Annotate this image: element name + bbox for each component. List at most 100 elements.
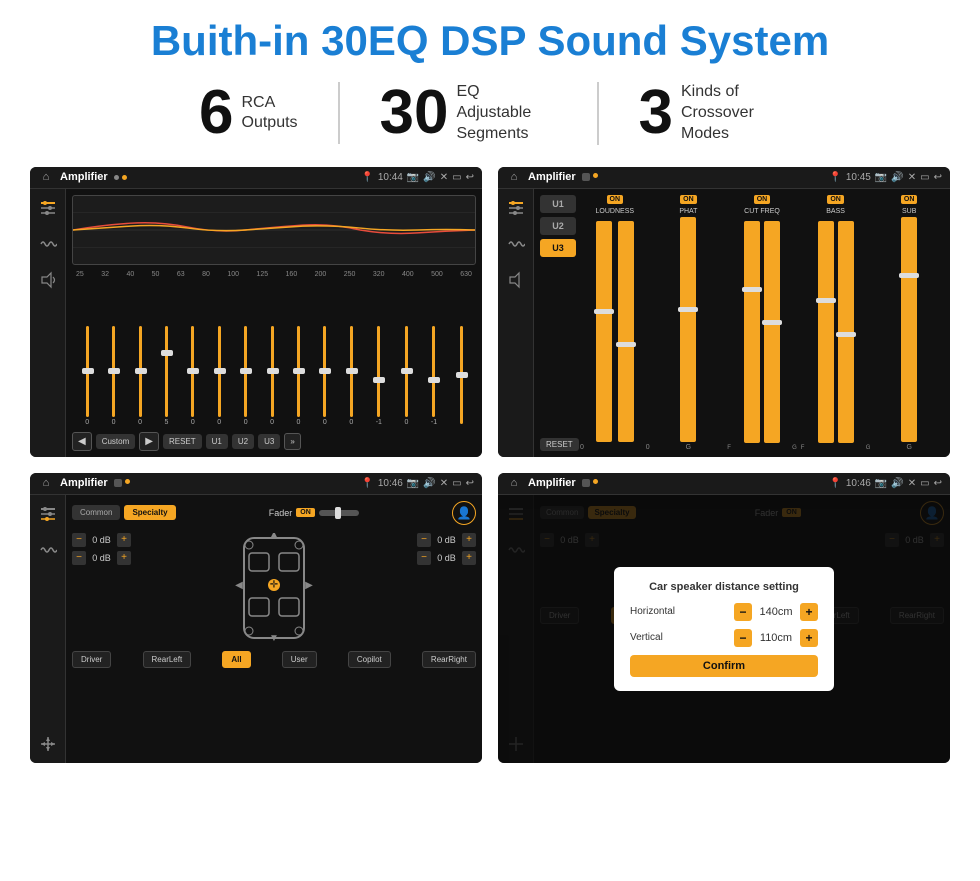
eq-slider-13[interactable]: 0 [404, 326, 408, 426]
eq-screen-card: ⌂ Amplifier 📍 10:44 📷 🔊 ✕ ▭ ↩ [30, 167, 482, 457]
fader-db4-plus[interactable]: + [462, 551, 476, 565]
eq-slider-5[interactable]: 0 [191, 326, 195, 426]
cr-sub-channel: ON SUB G [874, 195, 944, 451]
fader-db4-minus[interactable]: − [417, 551, 431, 565]
eq-u1-button[interactable]: U1 [206, 434, 228, 449]
dialog-horizontal-row: Horizontal − 140cm + [630, 603, 818, 621]
cr-loudness-label: LOUDNESS [596, 208, 635, 215]
fader-user-icon[interactable]: 👤 [452, 501, 476, 525]
eq-u2-button[interactable]: U2 [232, 434, 254, 449]
eq-slider-2[interactable]: 0 [112, 326, 116, 426]
eq-band-labels: 253240 506380 100125160 200250320 400500… [72, 271, 476, 278]
fader-wave-icon[interactable] [37, 539, 59, 561]
cr-vol-side-icon[interactable] [505, 269, 527, 291]
fader-db3-minus[interactable]: − [417, 533, 431, 547]
fader-driver-button[interactable]: Driver [72, 651, 111, 668]
eq-time: 10:44 [378, 172, 403, 183]
eq-expand-button[interactable]: » [284, 433, 300, 450]
fader-on-badge[interactable]: ON [296, 508, 315, 517]
dialog-vertical-minus[interactable]: − [734, 629, 752, 647]
fader-copilot-button[interactable]: Copilot [348, 651, 391, 668]
fader-db-control-1: − 0 dB + [72, 533, 152, 547]
status-dot-1 [114, 175, 119, 180]
cr-sub-slider[interactable] [901, 217, 917, 442]
fader-specialty-tab[interactable]: Specialty [124, 505, 175, 520]
dialog-horizontal-plus[interactable]: + [800, 603, 818, 621]
car-diagram: ✛ ▲ ▼ ◀ ▶ [152, 533, 396, 643]
eq-slider-7[interactable]: 0 [244, 326, 248, 426]
cr-filter-icon[interactable] [505, 197, 527, 219]
eq-cam-icon: 📷 [407, 172, 419, 183]
fader-db2-minus[interactable]: − [72, 551, 86, 565]
eq-slider-4[interactable]: 5 [164, 326, 168, 426]
dialog-vertical-plus[interactable]: + [800, 629, 818, 647]
fader-db2-plus[interactable]: + [117, 551, 131, 565]
cr-u3-button[interactable]: U3 [540, 239, 576, 257]
eq-slider-14[interactable]: -1 [431, 326, 437, 426]
eq-prev-button[interactable]: ◀ [72, 432, 92, 451]
fader-common-tab[interactable]: Common [72, 505, 120, 520]
fader-db-control-4: − 0 dB + [417, 551, 476, 565]
cr-u1-button[interactable]: U1 [540, 195, 576, 213]
cr-loudness-on[interactable]: ON [607, 195, 624, 204]
eq-back-icon: ↩ [466, 172, 474, 183]
stat-label-eq: EQ Adjustable Segments [457, 82, 557, 144]
eq-wave-icon[interactable] [37, 233, 59, 255]
cr-u2-button[interactable]: U2 [540, 217, 576, 235]
fader-db3-plus[interactable]: + [462, 533, 476, 547]
svg-text:▲: ▲ [269, 533, 279, 540]
fader-db4-val: 0 dB [434, 553, 459, 563]
eq-x-icon: ✕ [440, 172, 448, 183]
fader-rearright-button[interactable]: RearRight [422, 651, 476, 668]
stat-number-crossover: 3 [639, 82, 673, 144]
eq-slider-6[interactable]: 0 [217, 326, 221, 426]
fader-rearleft-button[interactable]: RearLeft [143, 651, 192, 668]
eq-slider-10[interactable]: 0 [323, 326, 327, 426]
cr-loudness-slider1[interactable] [596, 221, 612, 442]
eq-vol-side-icon[interactable] [37, 269, 59, 291]
stat-label-rca: RCA Outputs [242, 93, 298, 135]
confirm-button[interactable]: Confirm [630, 655, 818, 677]
dialog-vertical-label: Vertical [630, 632, 695, 643]
eq-next-button[interactable]: ▶ [139, 432, 159, 451]
cr-cutfreq-on[interactable]: ON [754, 195, 771, 204]
fader-x-icon: ✕ [440, 478, 448, 489]
fader-db1-plus[interactable]: + [117, 533, 131, 547]
cr-back-icon: ↩ [934, 172, 942, 183]
cr-sub-on[interactable]: ON [901, 195, 918, 204]
fader-time: 10:46 [378, 478, 403, 489]
fader-user-button[interactable]: User [282, 651, 317, 668]
eq-slider-15[interactable] [460, 326, 463, 426]
cr-loudness-slider2[interactable] [618, 221, 634, 442]
eq-slider-3[interactable]: 0 [138, 326, 142, 426]
eq-reset-button[interactable]: RESET [163, 434, 202, 449]
cr-bass-slider1[interactable] [818, 221, 834, 443]
eq-slider-1[interactable]: 0 [85, 326, 89, 426]
fader-all-button[interactable]: All [222, 651, 250, 668]
cr-bass-slider2[interactable] [838, 221, 854, 443]
eq-slider-11[interactable]: 0 [349, 326, 353, 426]
cr-phat-on[interactable]: ON [680, 195, 697, 204]
eq-preset-label: Custom [96, 434, 136, 449]
dialog-vol-icon: 🔊 [891, 478, 903, 489]
eq-filter-icon[interactable] [37, 197, 59, 219]
cr-bass-on[interactable]: ON [827, 195, 844, 204]
eq-main-area: 253240 506380 100125160 200250320 400500… [66, 189, 482, 457]
cr-phat-slider[interactable] [680, 217, 696, 442]
eq-slider-8[interactable]: 0 [270, 326, 274, 426]
fader-arrows-icon[interactable] [37, 733, 59, 755]
cr-x-icon: ✕ [908, 172, 916, 183]
dialog-overlay: Car speaker distance setting Horizontal … [498, 495, 950, 763]
eq-u3-button[interactable]: U3 [258, 434, 280, 449]
cr-wave-icon[interactable] [505, 233, 527, 255]
eq-slider-12[interactable]: -1 [376, 326, 382, 426]
fader-filter-icon[interactable] [37, 503, 59, 525]
fader-db1-minus[interactable]: − [72, 533, 86, 547]
cr-reset-button[interactable]: RESET [540, 438, 579, 451]
cr-cutfreq-slider1[interactable] [744, 221, 760, 443]
dialog-vertical-control: − 110cm + [734, 629, 818, 647]
dialog-horizontal-minus[interactable]: − [734, 603, 752, 621]
eq-slider-9[interactable]: 0 [297, 326, 301, 426]
cr-cutfreq-slider2[interactable] [764, 221, 780, 443]
fader-vol-icon: 🔊 [423, 478, 435, 489]
